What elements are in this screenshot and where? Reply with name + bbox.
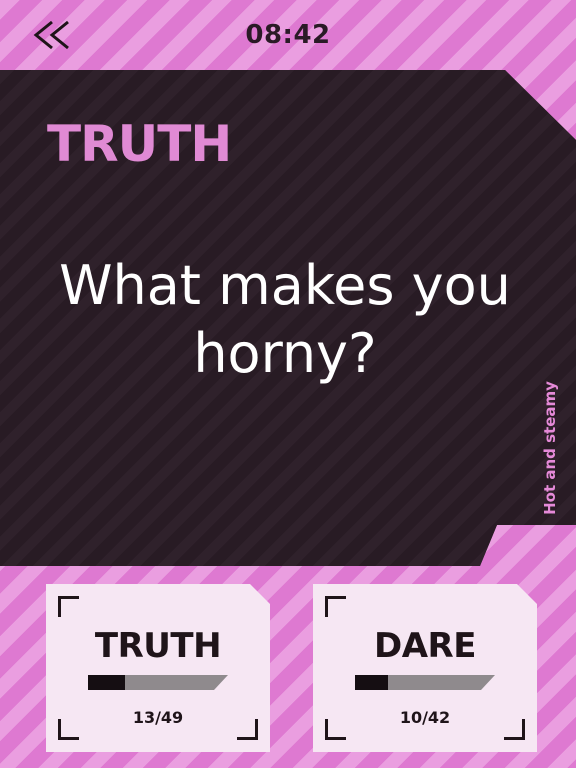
dare-progress-fill: [355, 675, 389, 690]
dare-button[interactable]: DARE 10/42: [313, 584, 537, 752]
corner-bracket-top-left: [325, 596, 346, 617]
corner-bracket-top-left: [58, 596, 79, 617]
truth-progress-fill: [88, 675, 126, 690]
truth-progress-bar: [88, 675, 228, 690]
question-text: What makes you horny?: [59, 254, 511, 385]
dare-count: 10/42: [399, 708, 451, 727]
truth-button[interactable]: TRUTH 13/49: [46, 584, 270, 752]
timer-clock: 08:42: [245, 20, 331, 50]
dare-progress-bar: [355, 675, 495, 690]
back-button[interactable]: [30, 18, 74, 52]
truth-count: 13/49: [132, 708, 184, 727]
double-chevron-left-icon: [33, 20, 69, 50]
top-bar: 08:42: [0, 0, 576, 70]
dare-label: DARE: [374, 626, 476, 666]
category-label: Hot and steamy: [541, 381, 559, 515]
truth-label: TRUTH: [94, 626, 222, 666]
mode-title: TRUTH: [47, 115, 232, 173]
